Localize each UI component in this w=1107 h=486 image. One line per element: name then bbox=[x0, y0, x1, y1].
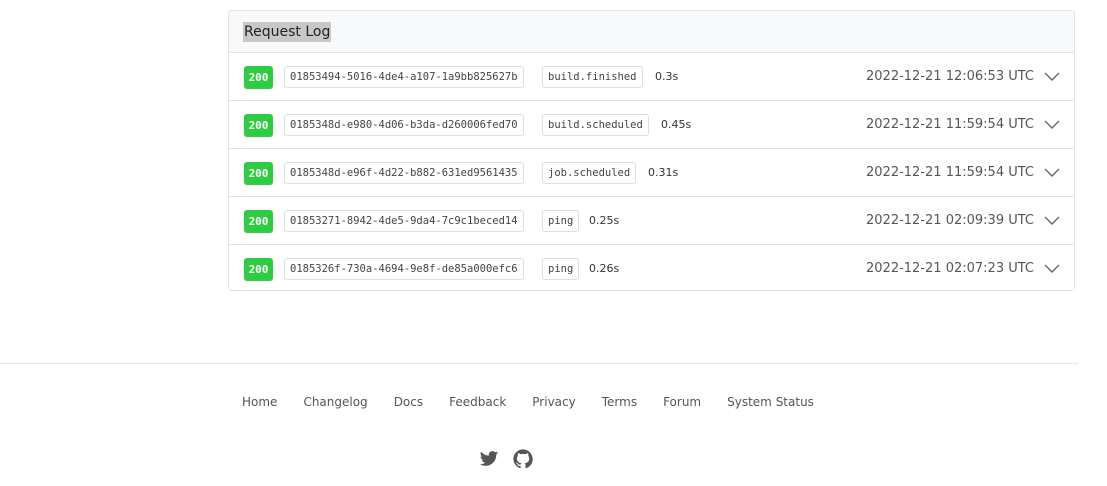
request-id: 0185348d-e980-4d06-b3da-d260006fed70 bbox=[284, 114, 524, 136]
event-type: ping bbox=[542, 258, 580, 280]
footer-link-home[interactable]: Home bbox=[242, 393, 277, 411]
footer-link-changelog[interactable]: Changelog bbox=[303, 393, 367, 411]
status-badge: 200 bbox=[244, 66, 273, 89]
chevron-down-icon[interactable] bbox=[1044, 118, 1060, 130]
request-id: 01853494-5016-4de4-a107-1a9bb825627b bbox=[284, 66, 524, 88]
request-duration: 0.31s bbox=[648, 166, 679, 179]
request-duration: 0.26s bbox=[589, 262, 620, 275]
request-log-title: Request Log bbox=[243, 22, 332, 42]
social-links bbox=[479, 449, 547, 469]
chevron-down-icon[interactable] bbox=[1044, 262, 1060, 274]
chevron-down-icon[interactable] bbox=[1044, 70, 1060, 82]
request-duration: 0.45s bbox=[661, 118, 692, 131]
request-row[interactable]: 200 01853494-5016-4de4-a107-1a9bb825627b… bbox=[229, 53, 1074, 101]
request-timestamp: 2022-12-21 02:07:23 UTC bbox=[866, 261, 1034, 276]
footer-link-feedback[interactable]: Feedback bbox=[449, 393, 506, 411]
request-duration: 0.3s bbox=[655, 70, 679, 83]
request-timestamp: 2022-12-21 02:09:39 UTC bbox=[866, 213, 1034, 228]
footer-divider bbox=[0, 363, 1078, 364]
event-type: build.scheduled bbox=[542, 114, 649, 136]
status-badge: 200 bbox=[244, 258, 273, 281]
request-log-panel: Request Log 200 01853494-5016-4de4-a107-… bbox=[228, 10, 1075, 291]
github-icon[interactable] bbox=[513, 449, 533, 469]
request-id: 0185348d-e96f-4d22-b882-631ed9561435 bbox=[284, 162, 524, 184]
status-badge: 200 bbox=[244, 114, 273, 137]
request-row[interactable]: 200 01853271-8942-4de5-9da4-7c9c1beced14… bbox=[229, 197, 1074, 245]
event-type: ping bbox=[542, 210, 580, 232]
chevron-down-icon[interactable] bbox=[1044, 166, 1060, 178]
request-id: 0185326f-730a-4694-9e8f-de85a000efc6 bbox=[284, 258, 524, 280]
request-log-header: Request Log bbox=[229, 11, 1074, 53]
request-row[interactable]: 200 0185326f-730a-4694-9e8f-de85a000efc6… bbox=[229, 245, 1074, 293]
request-timestamp: 2022-12-21 11:59:54 UTC bbox=[866, 117, 1034, 132]
footer-link-docs[interactable]: Docs bbox=[394, 393, 423, 411]
footer-link-system-status[interactable]: System Status bbox=[727, 393, 814, 411]
request-row[interactable]: 200 0185348d-e980-4d06-b3da-d260006fed70… bbox=[229, 101, 1074, 149]
footer-link-terms[interactable]: Terms bbox=[602, 393, 637, 411]
status-badge: 200 bbox=[244, 210, 273, 233]
status-badge: 200 bbox=[244, 162, 273, 185]
event-type: build.finished bbox=[542, 66, 643, 88]
footer-nav: Home Changelog Docs Feedback Privacy Ter… bbox=[242, 393, 840, 411]
request-row[interactable]: 200 0185348d-e96f-4d22-b882-631ed9561435… bbox=[229, 149, 1074, 197]
request-id: 01853271-8942-4de5-9da4-7c9c1beced14 bbox=[284, 210, 524, 232]
request-duration: 0.25s bbox=[589, 214, 620, 227]
chevron-down-icon[interactable] bbox=[1044, 214, 1060, 226]
footer-link-forum[interactable]: Forum bbox=[663, 393, 701, 411]
footer-link-privacy[interactable]: Privacy bbox=[532, 393, 575, 411]
twitter-icon[interactable] bbox=[479, 449, 499, 469]
request-timestamp: 2022-12-21 12:06:53 UTC bbox=[866, 69, 1034, 84]
request-timestamp: 2022-12-21 11:59:54 UTC bbox=[866, 165, 1034, 180]
event-type: job.scheduled bbox=[542, 162, 637, 184]
